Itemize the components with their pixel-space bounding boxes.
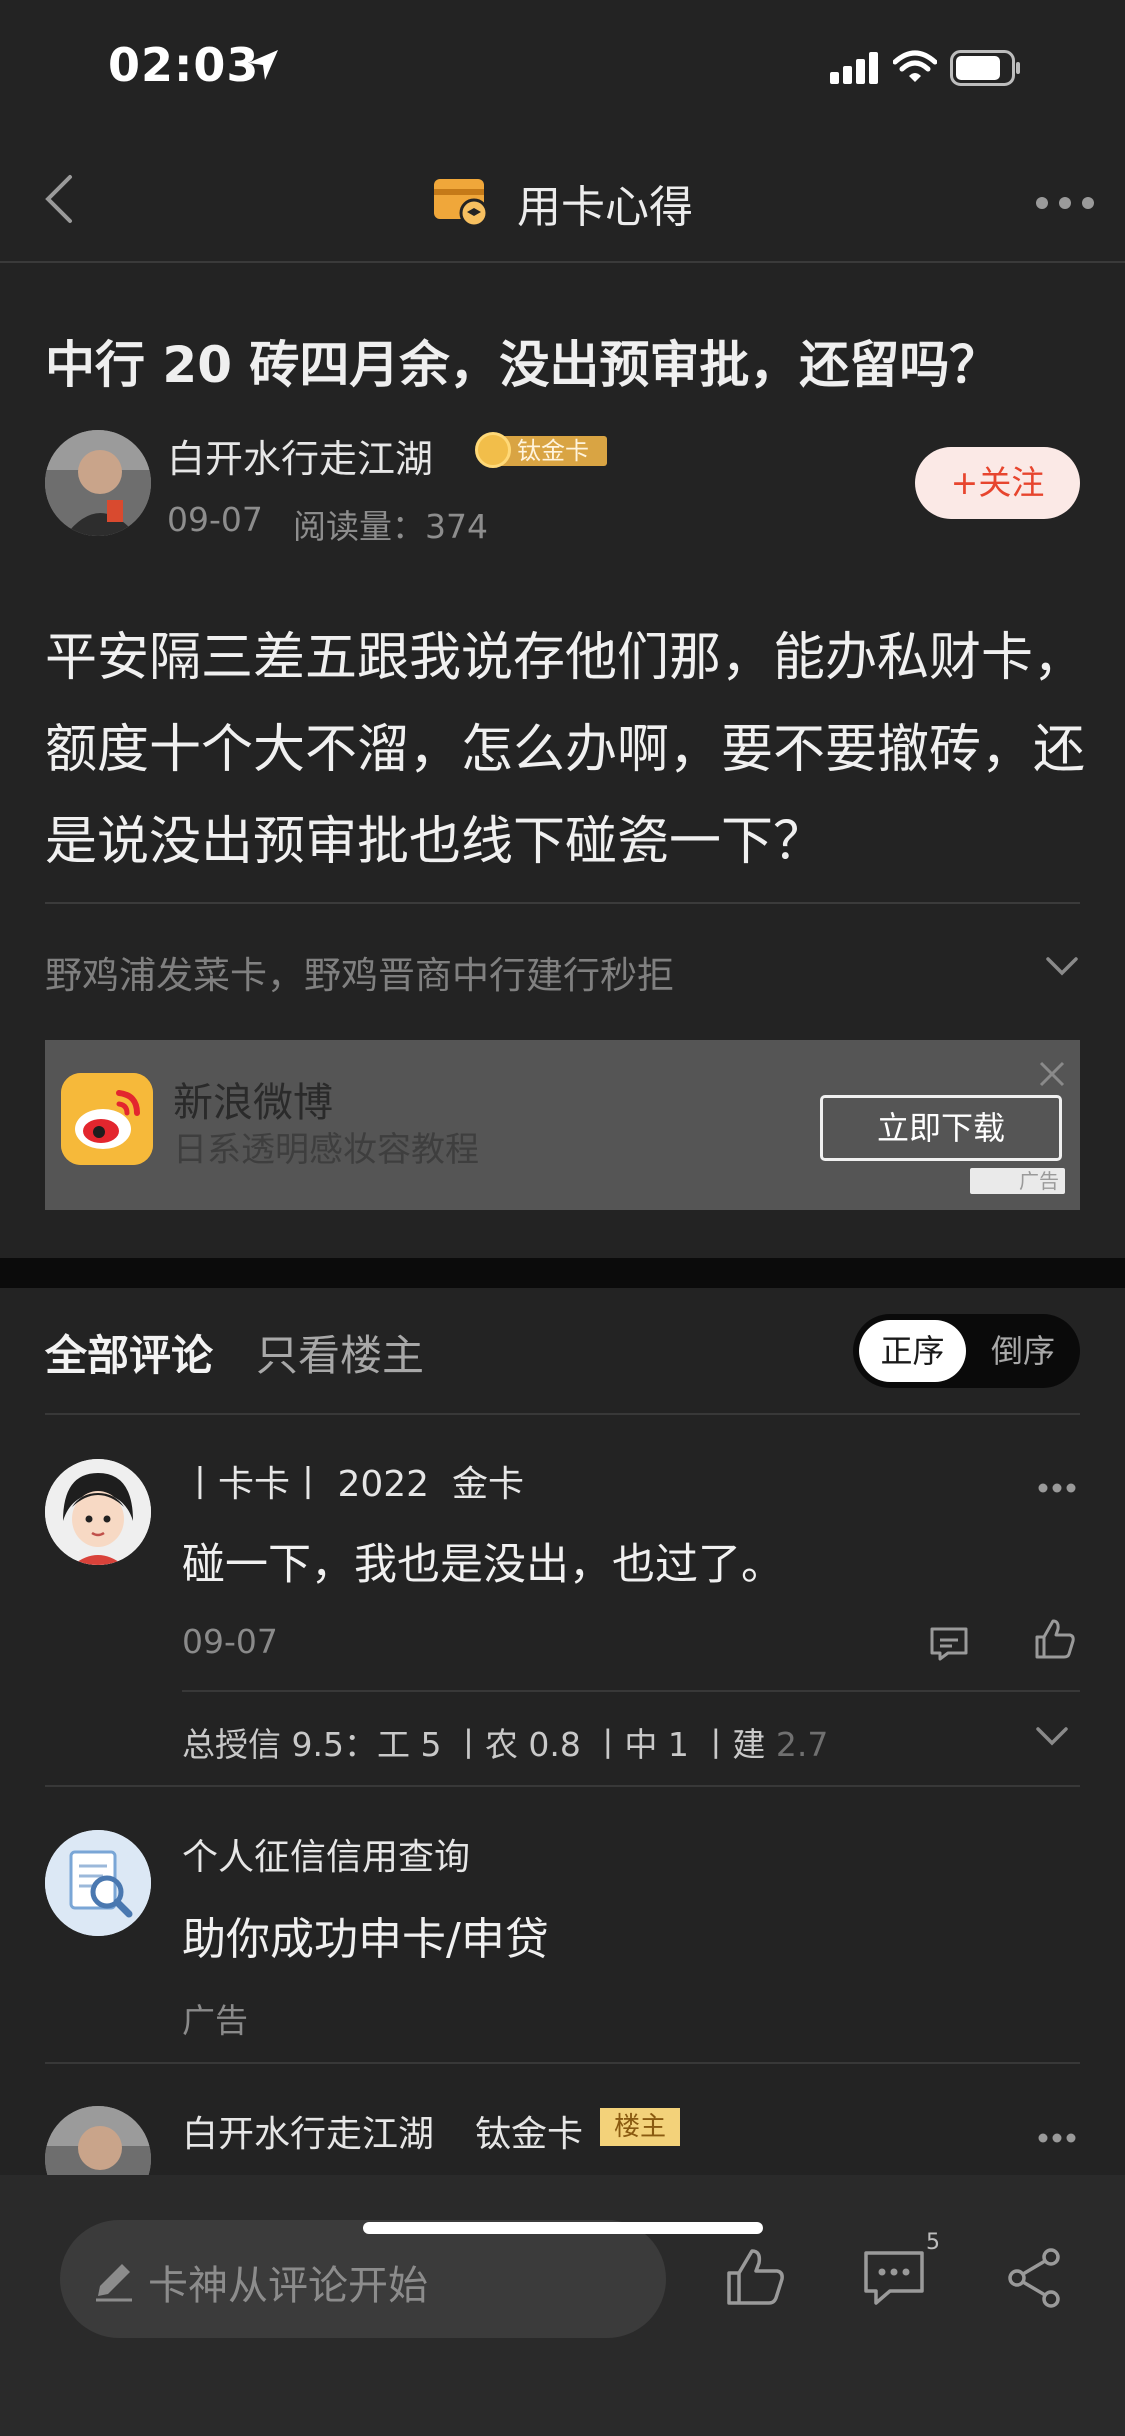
divider xyxy=(45,2062,1080,2064)
sort-toggle[interactable]: 正序 倒序 xyxy=(853,1314,1080,1388)
tab-all-comments[interactable]: 全部评论 xyxy=(45,1322,213,1383)
chevron-down-icon[interactable] xyxy=(1045,955,1079,981)
chevron-down-icon[interactable] xyxy=(1035,1725,1069,1751)
section-separator xyxy=(0,1258,1125,1288)
follow-button[interactable]: +关注 xyxy=(915,447,1080,519)
commenter-avatar[interactable] xyxy=(45,1459,151,1565)
author-signature: 野鸡浦发菜卡，野鸡晋商中行建行秒拒 xyxy=(45,954,674,997)
comment-input[interactable]: 卡神从评论开始 xyxy=(60,2220,666,2338)
status-time: 02:03 xyxy=(108,38,260,92)
credit-query-ad-avatar[interactable] xyxy=(45,1830,151,1936)
divider xyxy=(45,1413,1080,1415)
ad-comment-text[interactable]: 助你成功申卡/申贷 xyxy=(182,1903,549,1967)
post-date: 09-07 xyxy=(167,500,263,539)
battery-icon xyxy=(950,50,1022,90)
status-bar: 02:03 xyxy=(0,0,1125,135)
commenter-signature: 总授信 9.5：工 5 丨农 0.8 丨中 1 丨建 2.7 xyxy=(182,1718,828,1766)
weibo-logo-icon xyxy=(61,1073,153,1165)
card-wallet-icon xyxy=(432,175,490,231)
pencil-icon xyxy=(90,2256,138,2308)
ad-banner[interactable]: 新浪微博 日系透明感妆容教程 立即下载 广告 xyxy=(45,1040,1080,1210)
op-badge: 楼主 xyxy=(600,2108,681,2146)
badge-label: 钛金卡 xyxy=(495,436,607,466)
comments-icon[interactable] xyxy=(860,2245,928,2313)
signature-text: 总授信 9.5：工 5 丨农 0.8 丨中 1 丨建 xyxy=(182,1725,776,1764)
comment-more-icon[interactable] xyxy=(1038,2128,1076,2147)
comment-count: 5 xyxy=(926,2230,940,2255)
ad-mark: 广告 xyxy=(970,1168,1065,1194)
commenter-name[interactable]: 白开水行走江湖 xyxy=(182,2105,434,2157)
divider xyxy=(45,902,1080,904)
divider xyxy=(182,1690,1080,1692)
signature-text-faded: 2.7 xyxy=(775,1725,829,1764)
location-arrow-icon xyxy=(246,48,280,86)
cellular-signal-icon xyxy=(830,52,884,88)
ad-sponsor-name[interactable]: 个人征信信用查询 xyxy=(182,1828,470,1880)
ad-title: 新浪微博 xyxy=(173,1080,333,1126)
comment-date: 09-07 xyxy=(182,1622,278,1661)
more-options-icon[interactable] xyxy=(1035,195,1095,214)
close-icon[interactable] xyxy=(1038,1060,1066,1088)
sort-ascending-option[interactable]: 正序 xyxy=(859,1320,966,1382)
share-icon[interactable] xyxy=(1005,2247,1063,2313)
author-avatar[interactable] xyxy=(45,430,151,536)
post-body: 平安隔三差五跟我说存他们那，能办私财卡，额度十个大不溜，怎么办啊，要不要撤砖，还… xyxy=(45,628,1086,872)
comment-text: 碰一下，我也是没出，也过了。 xyxy=(182,1540,784,1590)
nav-title: 用卡心得 xyxy=(517,182,694,233)
reply-icon[interactable] xyxy=(928,1625,970,1667)
commenter-name[interactable]: 丨卡卡丨 2022 金卡 xyxy=(182,1455,524,1507)
divider xyxy=(45,1785,1080,1787)
home-indicator xyxy=(363,2222,763,2234)
tab-op-only[interactable]: 只看楼主 xyxy=(256,1322,424,1383)
like-icon[interactable] xyxy=(723,2245,787,2313)
nav-bar: 用卡心得 xyxy=(0,135,1125,263)
like-icon[interactable] xyxy=(1033,1617,1077,1665)
post-title: 中行 20 砖四月余，没出预审批，还留吗？ xyxy=(45,336,1000,394)
wifi-icon xyxy=(892,50,938,88)
comment-placeholder: 卡神从评论开始 xyxy=(148,2263,428,2309)
medal-icon xyxy=(475,432,511,468)
ad-subtitle: 日系透明感妆容教程 xyxy=(173,1130,479,1170)
download-button[interactable]: 立即下载 xyxy=(820,1095,1062,1161)
comment-more-icon[interactable] xyxy=(1038,1478,1076,1497)
ad-label: 广告 xyxy=(182,2001,248,2040)
bottom-action-bar: 卡神从评论开始 5 xyxy=(0,2175,1125,2436)
author-name[interactable]: 白开水行走江湖 xyxy=(167,428,433,483)
commenter-level: 钛金卡 xyxy=(475,2114,584,2155)
read-count: 阅读量：374 xyxy=(293,507,488,546)
sort-descending-option[interactable]: 倒序 xyxy=(973,1320,1073,1382)
